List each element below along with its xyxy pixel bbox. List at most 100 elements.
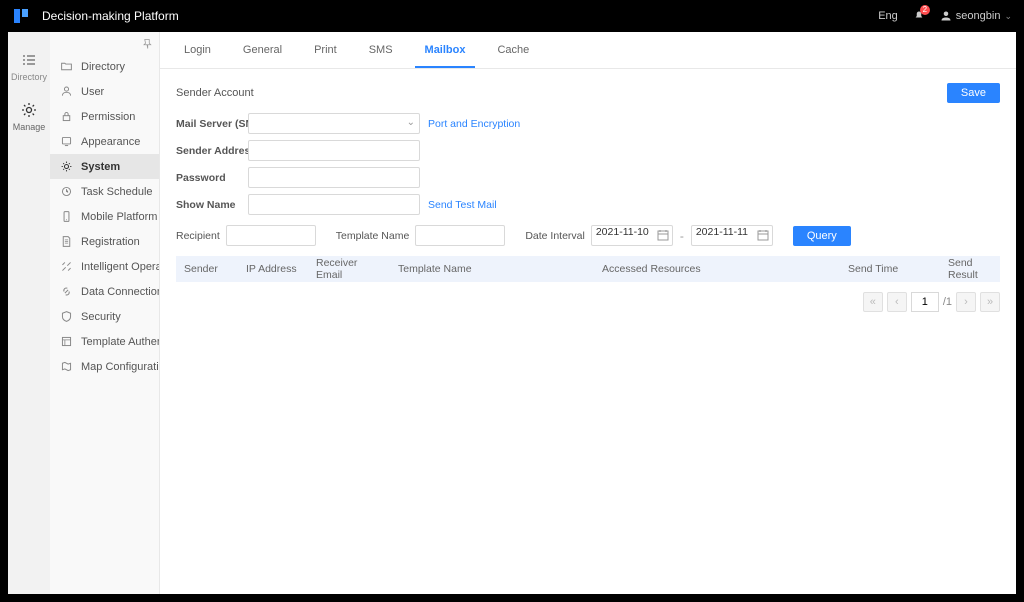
table-header: Sender IP Address Receiver Email Templat…: [176, 256, 1000, 282]
gear-icon: [60, 160, 73, 173]
sidebar-item-system[interactable]: System: [50, 154, 159, 179]
calendar-icon: [757, 229, 769, 241]
notification-bell-icon[interactable]: 2: [912, 9, 926, 23]
appearance-icon: [60, 135, 73, 148]
th-send-result: Send Result: [940, 257, 1000, 281]
date-to-value: 2021-11-11: [696, 226, 748, 238]
left-rail: Directory Manage: [8, 32, 50, 594]
password-input[interactable]: [248, 167, 420, 188]
sidebar-item-label: Task Schedule: [81, 186, 153, 198]
sidebar-item-directory[interactable]: Directory: [50, 54, 159, 79]
pin-icon[interactable]: [141, 38, 153, 50]
page-first-button[interactable]: «: [863, 292, 883, 312]
link-icon: [60, 285, 73, 298]
app-logo: [12, 7, 30, 25]
sender-address-label: Sender Address: [176, 145, 248, 157]
th-send-time: Send Time: [840, 263, 940, 275]
rail-directory[interactable]: Directory: [11, 52, 47, 82]
th-accessed: Accessed Resources: [594, 263, 840, 275]
template-name-input[interactable]: [415, 225, 505, 246]
sidebar-item-label: Intelligent Operatio...: [81, 261, 159, 273]
calendar-icon: [657, 229, 669, 241]
rail-manage[interactable]: Manage: [13, 102, 46, 132]
template-icon: [60, 335, 73, 348]
sidebar-item-label: Directory: [81, 61, 125, 73]
sidebar-item-user[interactable]: User: [50, 79, 159, 104]
results-table: Sender IP Address Receiver Email Templat…: [176, 256, 1000, 282]
sidebar-item-task-schedule[interactable]: Task Schedule: [50, 179, 159, 204]
sidebar-item-mobile-platform[interactable]: Mobile Platform: [50, 204, 159, 229]
tools-icon: [60, 260, 73, 273]
sidebar-item-label: User: [81, 86, 104, 98]
template-name-label: Template Name: [336, 230, 410, 242]
date-from-input[interactable]: 2021-11-10: [591, 225, 673, 246]
page-input[interactable]: [911, 292, 939, 312]
sidebar-item-intelligent-operation[interactable]: Intelligent Operatio...: [50, 254, 159, 279]
th-ip: IP Address: [238, 263, 308, 275]
sidebar-item-label: Appearance: [81, 136, 140, 148]
clock-icon: [60, 185, 73, 198]
show-name-label: Show Name: [176, 199, 248, 211]
map-icon: [60, 360, 73, 373]
user-icon: [60, 85, 73, 98]
shield-icon: [60, 310, 73, 323]
section-title: Sender Account: [176, 87, 254, 99]
query-button[interactable]: Query: [793, 226, 851, 246]
tab-cache[interactable]: Cache: [487, 32, 539, 68]
list-icon: [21, 52, 37, 68]
page-total: /1: [943, 296, 952, 308]
sidebar-item-label: System: [81, 161, 120, 173]
sidebar-item-registration[interactable]: Registration: [50, 229, 159, 254]
th-receiver: Receiver Email: [308, 257, 390, 281]
mail-server-select[interactable]: ⌄: [248, 113, 420, 134]
sidebar-item-data-connection[interactable]: Data Connection: [50, 279, 159, 304]
tab-login[interactable]: Login: [174, 32, 221, 68]
tab-print[interactable]: Print: [304, 32, 347, 68]
sidebar-item-map-config[interactable]: Map Configuration: [50, 354, 159, 379]
rail-label: Directory: [11, 72, 47, 82]
sidebar-item-label: Template Authenti...: [81, 336, 159, 348]
mail-server-label: Mail Server (SMTP): [176, 118, 248, 130]
sidebar-item-template-auth[interactable]: Template Authenti...: [50, 329, 159, 354]
date-to-input[interactable]: 2021-11-11: [691, 225, 773, 246]
folder-icon: [60, 60, 73, 73]
user-icon: [940, 10, 952, 22]
page-last-button[interactable]: »: [980, 292, 1000, 312]
tab-general[interactable]: General: [233, 32, 292, 68]
recipient-input[interactable]: [226, 225, 316, 246]
sidebar-item-security[interactable]: Security: [50, 304, 159, 329]
top-header: Decision-making Platform Eng 2 seongbin …: [0, 0, 1024, 32]
password-label: Password: [176, 172, 248, 184]
port-encryption-link[interactable]: Port and Encryption: [428, 118, 520, 130]
document-icon: [60, 235, 73, 248]
sidebar-item-label: Map Configuration: [81, 361, 159, 373]
save-button[interactable]: Save: [947, 83, 1000, 103]
sidebar-item-permission[interactable]: Permission: [50, 104, 159, 129]
tab-mailbox[interactable]: Mailbox: [415, 32, 476, 68]
sidebar-item-label: Security: [81, 311, 121, 323]
show-name-input[interactable]: [248, 194, 420, 215]
recipient-label: Recipient: [176, 230, 220, 242]
sidebar-item-label: Mobile Platform: [81, 211, 157, 223]
page-prev-button[interactable]: ‹: [887, 292, 907, 312]
notification-badge: 2: [920, 5, 930, 15]
main-content: Login General Print SMS Mailbox Cache Se…: [160, 32, 1016, 594]
tab-sms[interactable]: SMS: [359, 32, 403, 68]
th-template: Template Name: [390, 263, 594, 275]
sidebar-item-label: Permission: [81, 111, 135, 123]
chevron-down-icon: ⌄: [407, 117, 415, 128]
mobile-icon: [60, 210, 73, 223]
date-from-value: 2021-11-10: [596, 226, 649, 238]
language-selector[interactable]: Eng: [878, 10, 898, 22]
sidebar-item-appearance[interactable]: Appearance: [50, 129, 159, 154]
gear-icon: [21, 102, 37, 118]
user-menu[interactable]: seongbin ⌄: [940, 10, 1012, 22]
send-test-mail-link[interactable]: Send Test Mail: [428, 199, 497, 211]
page-next-button[interactable]: ›: [956, 292, 976, 312]
date-range-separator: -: [680, 229, 684, 243]
pagination: « ‹ /1 › »: [176, 292, 1000, 312]
tabs: Login General Print SMS Mailbox Cache: [160, 32, 1016, 69]
app-title: Decision-making Platform: [42, 9, 878, 23]
date-interval-label: Date Interval: [525, 230, 585, 242]
sender-address-input[interactable]: [248, 140, 420, 161]
